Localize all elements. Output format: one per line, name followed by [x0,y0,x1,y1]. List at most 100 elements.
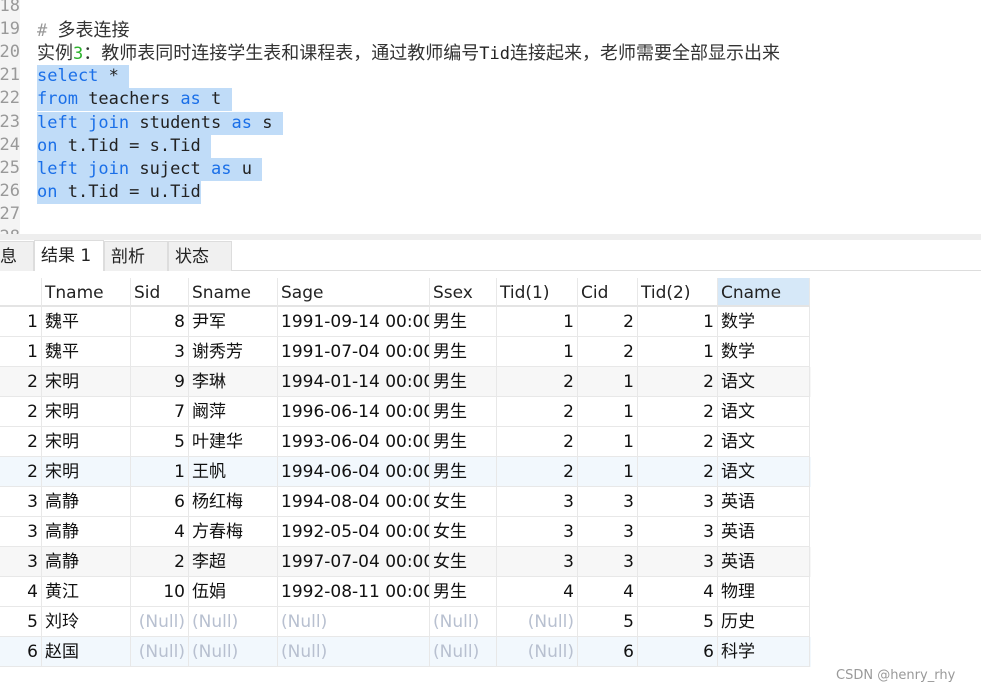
cell-sage[interactable]: (Null) [278,637,430,667]
cell-tname[interactable]: 高静 [42,487,131,517]
cell-ssex[interactable]: 男生 [430,397,497,427]
cell-sname[interactable]: 伍娟 [189,577,278,607]
cell-sid[interactable]: 3 [131,337,189,367]
cell-sname[interactable]: (Null) [189,607,278,637]
cell-tid2[interactable]: 2 [638,457,718,487]
cell-sage[interactable]: 1991-09-14 00:00:00 [278,307,430,337]
cell-ssex[interactable]: 男生 [430,367,497,397]
cell-sage[interactable]: 1992-05-04 00:00:00 [278,517,430,547]
cell-cname[interactable]: 科学 [718,637,810,667]
cell-tid1[interactable]: 2 [497,457,578,487]
table-row[interactable]: 5 刘玲 (Null) (Null) (Null) (Null) (Null) 5 5 历史 [0,607,811,637]
cell-tid1[interactable]: 1 [497,307,578,337]
cell-cid[interactable]: 1 [578,457,638,487]
column-header-tid2[interactable]: Tid(2) [638,278,718,307]
cell-cid[interactable]: 4 [578,577,638,607]
cell-tid2[interactable]: 3 [638,517,718,547]
cell-tname[interactable]: 高静 [42,547,131,577]
code-line[interactable]: on t.Tid = u.Tid [37,180,201,204]
cell-tname[interactable]: 高静 [42,517,131,547]
column-header-tid[interactable]: Tid [0,278,42,307]
cell-cid[interactable]: 3 [578,517,638,547]
cell-ssex[interactable]: 女生 [430,547,497,577]
column-header-ssex[interactable]: Ssex [430,278,497,307]
cell-tid2[interactable]: 2 [638,427,718,457]
cell-sage[interactable]: (Null) [278,607,430,637]
table-row[interactable]: 2宋明1王帆1994-06-04 00:00:00男生212语文 [0,457,811,487]
cell-cid[interactable]: 1 [578,427,638,457]
cell-tid2[interactable]: 1 [638,307,718,337]
cell-cid[interactable]: 2 [578,337,638,367]
cell-tname[interactable]: 宋明 [42,457,131,487]
cell-ssex[interactable]: 女生 [430,487,497,517]
cell-cid[interactable]: 3 [578,547,638,577]
cell-cname[interactable]: 语文 [718,397,810,427]
cell-tid[interactable]: 5 [0,607,42,637]
cell-tid1[interactable]: 4 [497,577,578,607]
cell-tid2[interactable]: 3 [638,547,718,577]
cell-sage[interactable]: 1996-06-14 00:00:00 [278,397,430,427]
cell-cid[interactable]: 1 [578,397,638,427]
cell-sage[interactable]: 1994-01-14 00:00:00 [278,367,430,397]
cell-tid1[interactable]: 2 [497,397,578,427]
cell-tid1[interactable]: (Null) [497,637,578,667]
table-row[interactable]: 3高静4方春梅1992-05-04 00:00:00女生333英语 [0,517,811,547]
cell-sid[interactable]: 6 [131,487,189,517]
cell-sage[interactable]: 1997-07-04 00:00:00 [278,547,430,577]
table-row[interactable]: 3高静6杨红梅1994-08-04 00:00:00女生333英语 [0,487,811,517]
cell-tid2[interactable]: 1 [638,337,718,367]
table-row[interactable]: 2宋明9李琳1994-01-14 00:00:00男生212语文 [0,367,811,397]
column-header-cname[interactable]: Cname [718,278,810,307]
cell-tid[interactable]: 2 [0,457,42,487]
cell-ssex[interactable]: 男生 [430,337,497,367]
cell-tname[interactable]: 赵国 [42,637,131,667]
cell-sid[interactable]: 4 [131,517,189,547]
tab-1[interactable]: 结果 1 [34,240,104,271]
code-line[interactable]: # 多表连接 [37,19,129,42]
cell-sage[interactable]: 1994-08-04 00:00:00 [278,487,430,517]
cell-sid[interactable]: (Null) [131,607,189,637]
cell-sname[interactable]: (Null) [189,637,278,667]
cell-tid2[interactable]: 2 [638,367,718,397]
tab-3[interactable]: 状态 [168,241,232,271]
cell-tid[interactable]: 3 [0,547,42,577]
cell-cid[interactable]: 3 [578,487,638,517]
cell-sid[interactable]: 1 [131,457,189,487]
cell-cname[interactable]: 物理 [718,577,810,607]
code-line[interactable]: select * [37,65,130,89]
cell-tname[interactable]: 黄江 [42,577,131,607]
cell-sname[interactable]: 李超 [189,547,278,577]
code-line[interactable]: on t.Tid = s.Tid [37,134,212,158]
cell-cid[interactable]: 6 [578,637,638,667]
cell-tname[interactable]: 刘玲 [42,607,131,637]
cell-ssex[interactable]: 男生 [430,457,497,487]
cell-tid2[interactable]: 6 [638,637,718,667]
cell-ssex[interactable]: 男生 [430,307,497,337]
cell-tid1[interactable]: 3 [497,517,578,547]
cell-sname[interactable]: 谢秀芳 [189,337,278,367]
cell-ssex[interactable]: (Null) [430,607,497,637]
cell-ssex[interactable]: 男生 [430,427,497,457]
code-line[interactable]: from teachers as t [37,88,232,112]
cell-tid2[interactable]: 3 [638,487,718,517]
column-header-sname[interactable]: Sname [189,278,278,307]
cell-sid[interactable]: 10 [131,577,189,607]
cell-cname[interactable]: 历史 [718,607,810,637]
table-row[interactable]: 2宋明5叶建华1993-06-04 00:00:00男生212语文 [0,427,811,457]
cell-sage[interactable]: 1992-08-11 00:00:00 [278,577,430,607]
code-line[interactable]: left join suject as u [37,157,263,181]
cell-cid[interactable]: 2 [578,307,638,337]
cell-cname[interactable]: 数学 [718,307,810,337]
cell-tid2[interactable]: 4 [638,577,718,607]
cell-tid[interactable]: 1 [0,337,42,367]
cell-sid[interactable]: 7 [131,397,189,427]
cell-tname[interactable]: 魏平 [42,307,131,337]
tab-0[interactable]: 信息 [0,241,34,271]
cell-ssex[interactable]: (Null) [430,637,497,667]
cell-sid[interactable]: 5 [131,427,189,457]
cell-sid[interactable]: 8 [131,307,189,337]
code-line[interactable]: left join students as s [37,111,283,135]
cell-ssex[interactable]: 女生 [430,517,497,547]
cell-tid[interactable]: 2 [0,397,42,427]
cell-cname[interactable]: 英语 [718,547,810,577]
